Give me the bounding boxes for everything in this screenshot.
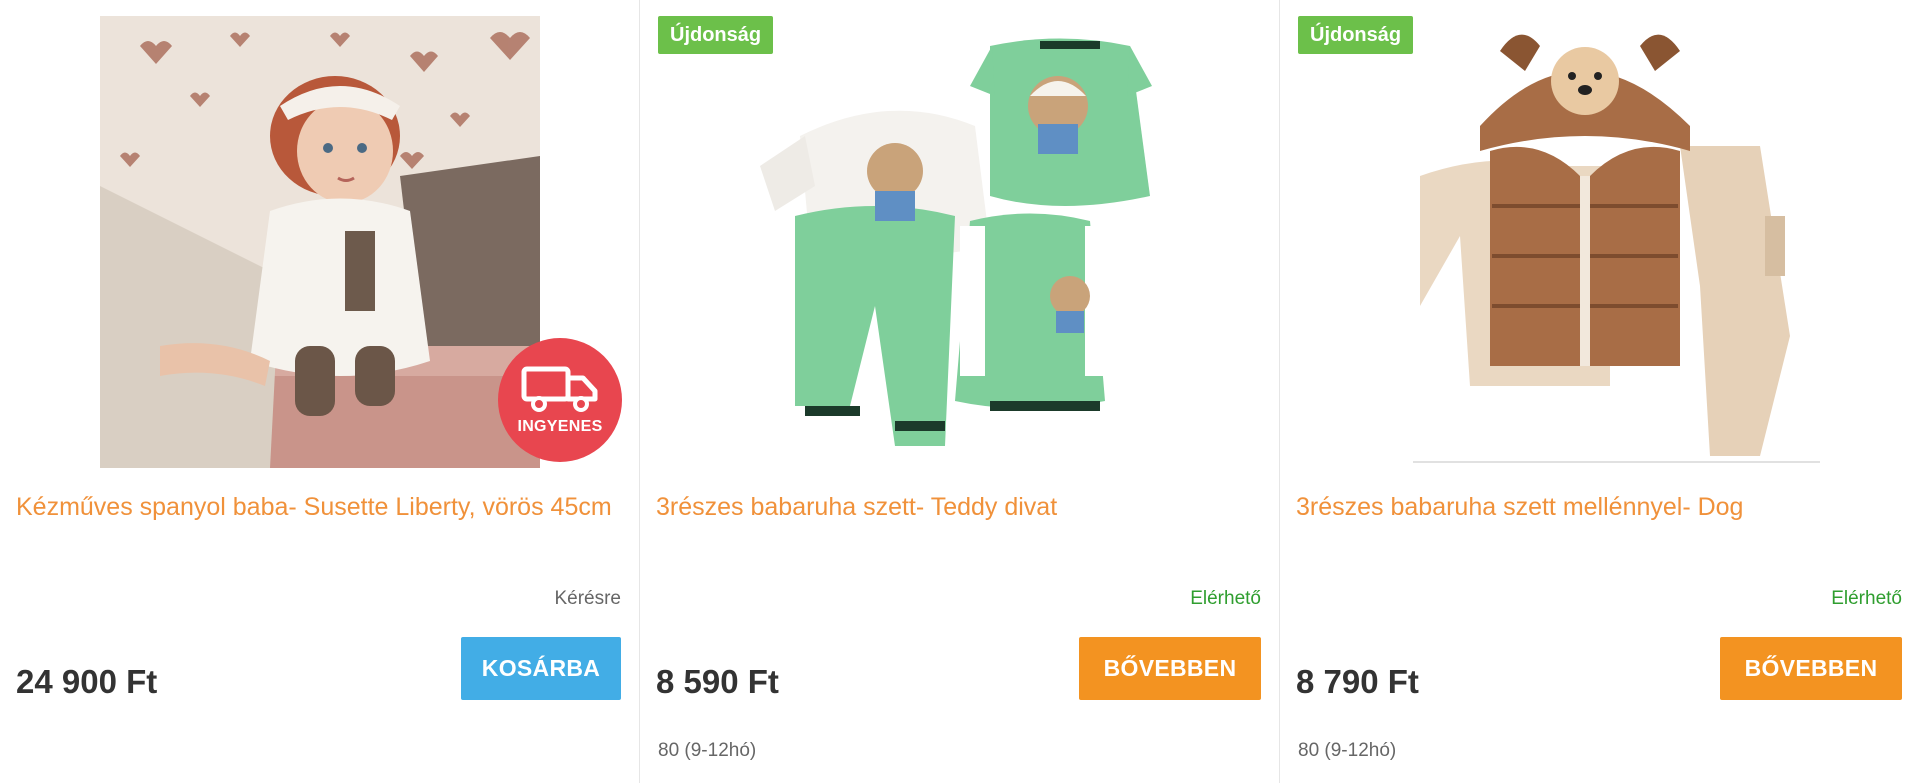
product-title-link[interactable]: 3részes babaruha szett- Teddy divat [656,488,1256,526]
free-shipping-label: INGYENES [517,418,603,435]
product-size: 80 (9-12hó) [658,740,757,761]
new-badge: Újdonság [658,16,774,54]
availability-status: Kérésre [554,588,621,609]
product-price: 8 790 Ft [1296,663,1419,700]
more-details-button[interactable]: BŐVEBBEN [1079,637,1261,700]
product-title-link[interactable]: 3részes babaruha szett mellénnyel- Dog [1296,488,1896,526]
brown-dog-vest-outfit-photo-icon [1380,16,1820,468]
doll-photo-icon [100,16,540,468]
product-image[interactable] [100,16,540,468]
green-teddy-outfit-photo-icon [740,16,1180,468]
product-image[interactable] [740,16,1180,468]
availability-status: Elérhető [1831,588,1902,609]
product-price: 8 590 Ft [656,663,779,700]
free-shipping-badge: INGYENES [498,338,622,462]
availability-status: Elérhető [1190,588,1261,609]
product-title-link[interactable]: Kézműves spanyol baba- Susette Liberty, … [16,488,616,526]
product-image[interactable] [1380,16,1820,468]
new-badge: Újdonság [1298,16,1414,54]
product-card: Újdonság 3részes babaruha szett- Teddy d… [640,0,1280,783]
product-grid: INGYENES Kézműves spanyol baba- Susette … [0,0,1920,783]
add-to-cart-button[interactable]: KOSÁRBA [461,637,621,700]
product-price: 24 900 Ft [16,663,158,700]
more-details-button[interactable]: BŐVEBBEN [1720,637,1902,700]
product-size: 80 (9-12hó) [1298,740,1397,761]
product-card: Újdonság 3részes babaruha szett mellénny… [1280,0,1920,783]
truck-icon [521,366,598,412]
product-card: INGYENES Kézműves spanyol baba- Susette … [0,0,640,783]
